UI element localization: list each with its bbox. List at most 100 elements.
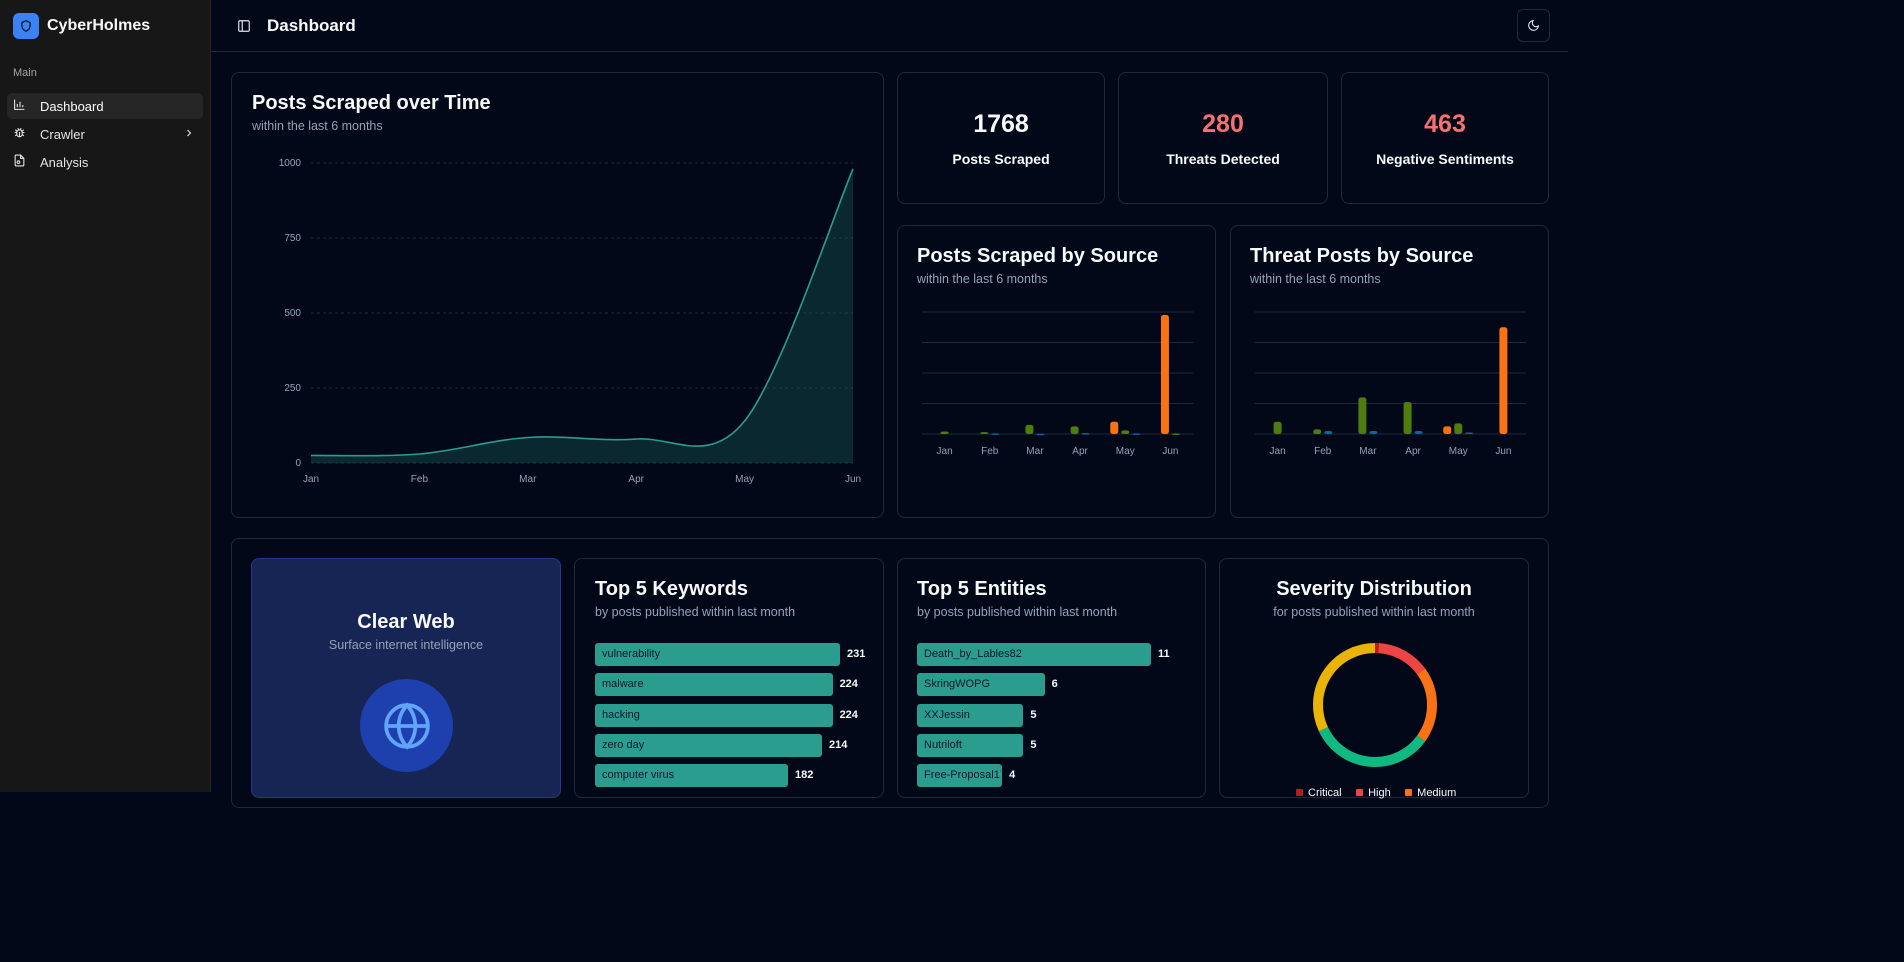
- legend-item-critical: Critical: [1296, 787, 1342, 799]
- brand[interactable]: CyberHolmes: [0, 0, 210, 51]
- x-tick-label: Jan: [1270, 446, 1286, 457]
- theme-toggle-button[interactable]: [1517, 9, 1550, 42]
- card-subtitle: by posts published within last month: [917, 605, 1118, 619]
- entities-card: Top 5 Entities by posts published within…: [897, 558, 1206, 798]
- stat-card-negative: 463 Negative Sentiments: [1341, 72, 1549, 204]
- bar-row: Nutriloft 5: [917, 733, 1197, 757]
- card-subtitle: by posts published within last month: [595, 605, 796, 619]
- card-title: Top 5 Entities: [917, 578, 1047, 600]
- bar: [980, 432, 989, 434]
- bar: [940, 431, 949, 434]
- sidebar: CyberHolmes Main Dashboard Crawler Analy…: [0, 0, 211, 792]
- x-tick-label: Jun: [1495, 446, 1511, 457]
- page-title: Dashboard: [267, 15, 356, 35]
- bar-row: XXJessin 5: [917, 703, 1197, 727]
- sidebar-section-label: Main: [13, 67, 37, 79]
- slice-low: [1318, 726, 1426, 767]
- bar-value-label: 5: [1030, 708, 1037, 721]
- posts-over-time-card: Posts Scraped over Time within the last …: [231, 72, 884, 518]
- bar: hacking: [595, 703, 833, 727]
- stat-label: Threats Detected: [1166, 151, 1280, 167]
- x-tick-label: May: [1449, 446, 1468, 457]
- shield-icon: [13, 12, 39, 39]
- bar-value-label: 11: [1158, 648, 1170, 660]
- x-tick-label: Apr: [1405, 446, 1421, 457]
- bar: [1160, 315, 1169, 434]
- panel-left-icon: [238, 19, 250, 32]
- severity-card: Severity Distribution for posts publishe…: [1219, 558, 1529, 801]
- legend-item-high: High: [1356, 787, 1391, 799]
- bar: [1454, 423, 1463, 434]
- bar-value-label: 231: [847, 648, 866, 660]
- severity-legend: Critical High Medium: [1296, 783, 1466, 801]
- x-tick-label: Apr: [628, 474, 644, 485]
- bar: computer virus: [595, 764, 789, 788]
- x-tick-label: Jan: [303, 474, 319, 485]
- bar-row: vulnerability 231: [595, 643, 875, 666]
- bar: [1465, 432, 1474, 434]
- stat-value: 1768: [973, 110, 1029, 138]
- clear-web-card[interactable]: Clear Web Surface internet intelligence: [251, 558, 561, 798]
- bar: zero day: [595, 733, 822, 757]
- sidebar-item-dashboard[interactable]: Dashboard: [7, 93, 203, 119]
- bar: [1171, 433, 1180, 435]
- keywords-card: Top 5 Keywords by posts published within…: [574, 558, 884, 798]
- sidebar-toggle-button[interactable]: [233, 15, 255, 37]
- bug-icon: [13, 126, 26, 142]
- slice-info: [1313, 643, 1376, 732]
- bar: Death_by_Lables82: [917, 643, 1151, 666]
- clear-web-subtitle: Surface internet intelligence: [328, 638, 484, 652]
- bar: Free-Proposal173: [917, 764, 1003, 788]
- bar: [1443, 426, 1452, 434]
- stat-value: 463: [1424, 110, 1466, 138]
- bar: Nutriloft: [917, 733, 1024, 757]
- bar: [1070, 426, 1079, 434]
- bar: [1025, 424, 1034, 434]
- x-tick-label: Jan: [937, 446, 953, 457]
- bar-value-label: 224: [839, 678, 858, 691]
- bar: [1110, 421, 1119, 434]
- chevron-right-icon[interactable]: [183, 127, 195, 142]
- threats-by-source-card: Threat Posts by Source within the last 6…: [1230, 225, 1549, 518]
- x-tick-label: Feb: [411, 474, 429, 485]
- bar-value-label: 214: [828, 738, 848, 751]
- card-subtitle: within the last 6 months: [917, 272, 1048, 286]
- bar-row: SkringWOPG 6: [917, 673, 1197, 697]
- threats-by-source-chart: Jan Feb Mar Apr May Jun: [1255, 311, 1526, 457]
- x-tick-label: Jun: [845, 474, 861, 485]
- x-tick-label: Jun: [1162, 446, 1178, 457]
- severity-donut-chart: [1313, 643, 1437, 767]
- x-tick-label: Mar: [1359, 446, 1377, 457]
- legend-item-medium: Medium: [1405, 787, 1456, 799]
- bar: SkringWOPG: [917, 673, 1045, 697]
- bar-label: zero day: [602, 738, 645, 751]
- posts-by-source-card: Posts Scraped by Source within the last …: [897, 225, 1216, 518]
- card-subtitle: within the last 6 months: [1250, 272, 1381, 286]
- sidebar-item-label: Crawler: [40, 126, 85, 142]
- area-chart: 0 250 500 750 1000 Jan Feb Mar Apr May Jun: [279, 158, 861, 485]
- slice-high: [1378, 643, 1426, 675]
- bar: XXJessin: [917, 703, 1024, 727]
- bar: [1414, 430, 1423, 434]
- slice-medium: [1416, 668, 1437, 742]
- bar: [1313, 429, 1322, 434]
- x-tick-label: Mar: [1026, 446, 1044, 457]
- top-bar: Dashboard: [211, 0, 1568, 52]
- bar-row: Death_by_Lables82 11: [917, 643, 1197, 666]
- y-tick-label: 250: [284, 383, 301, 394]
- x-tick-label: May: [1116, 446, 1135, 457]
- bar-chart-icon: [13, 98, 26, 114]
- bar-label: Death_by_Lables82: [924, 648, 1022, 660]
- entities-chart: Death_by_Lables82 11 SkringWOPG 6 XXJessin 5 N…: [917, 643, 1197, 793]
- sidebar-item-analysis[interactable]: Analysis: [7, 149, 203, 175]
- bar: [1499, 327, 1508, 434]
- posts-by-source-chart: Jan Feb Mar Apr May Jun: [922, 311, 1193, 457]
- y-tick-label: 500: [284, 308, 301, 319]
- x-tick-label: Feb: [981, 446, 999, 457]
- sidebar-item-crawler[interactable]: Crawler: [7, 121, 203, 147]
- bar: [1403, 401, 1412, 434]
- bar: [991, 433, 1000, 435]
- sidebar-item-label: Dashboard: [40, 98, 104, 114]
- x-tick-label: Feb: [1314, 446, 1332, 457]
- x-tick-label: Mar: [519, 474, 537, 485]
